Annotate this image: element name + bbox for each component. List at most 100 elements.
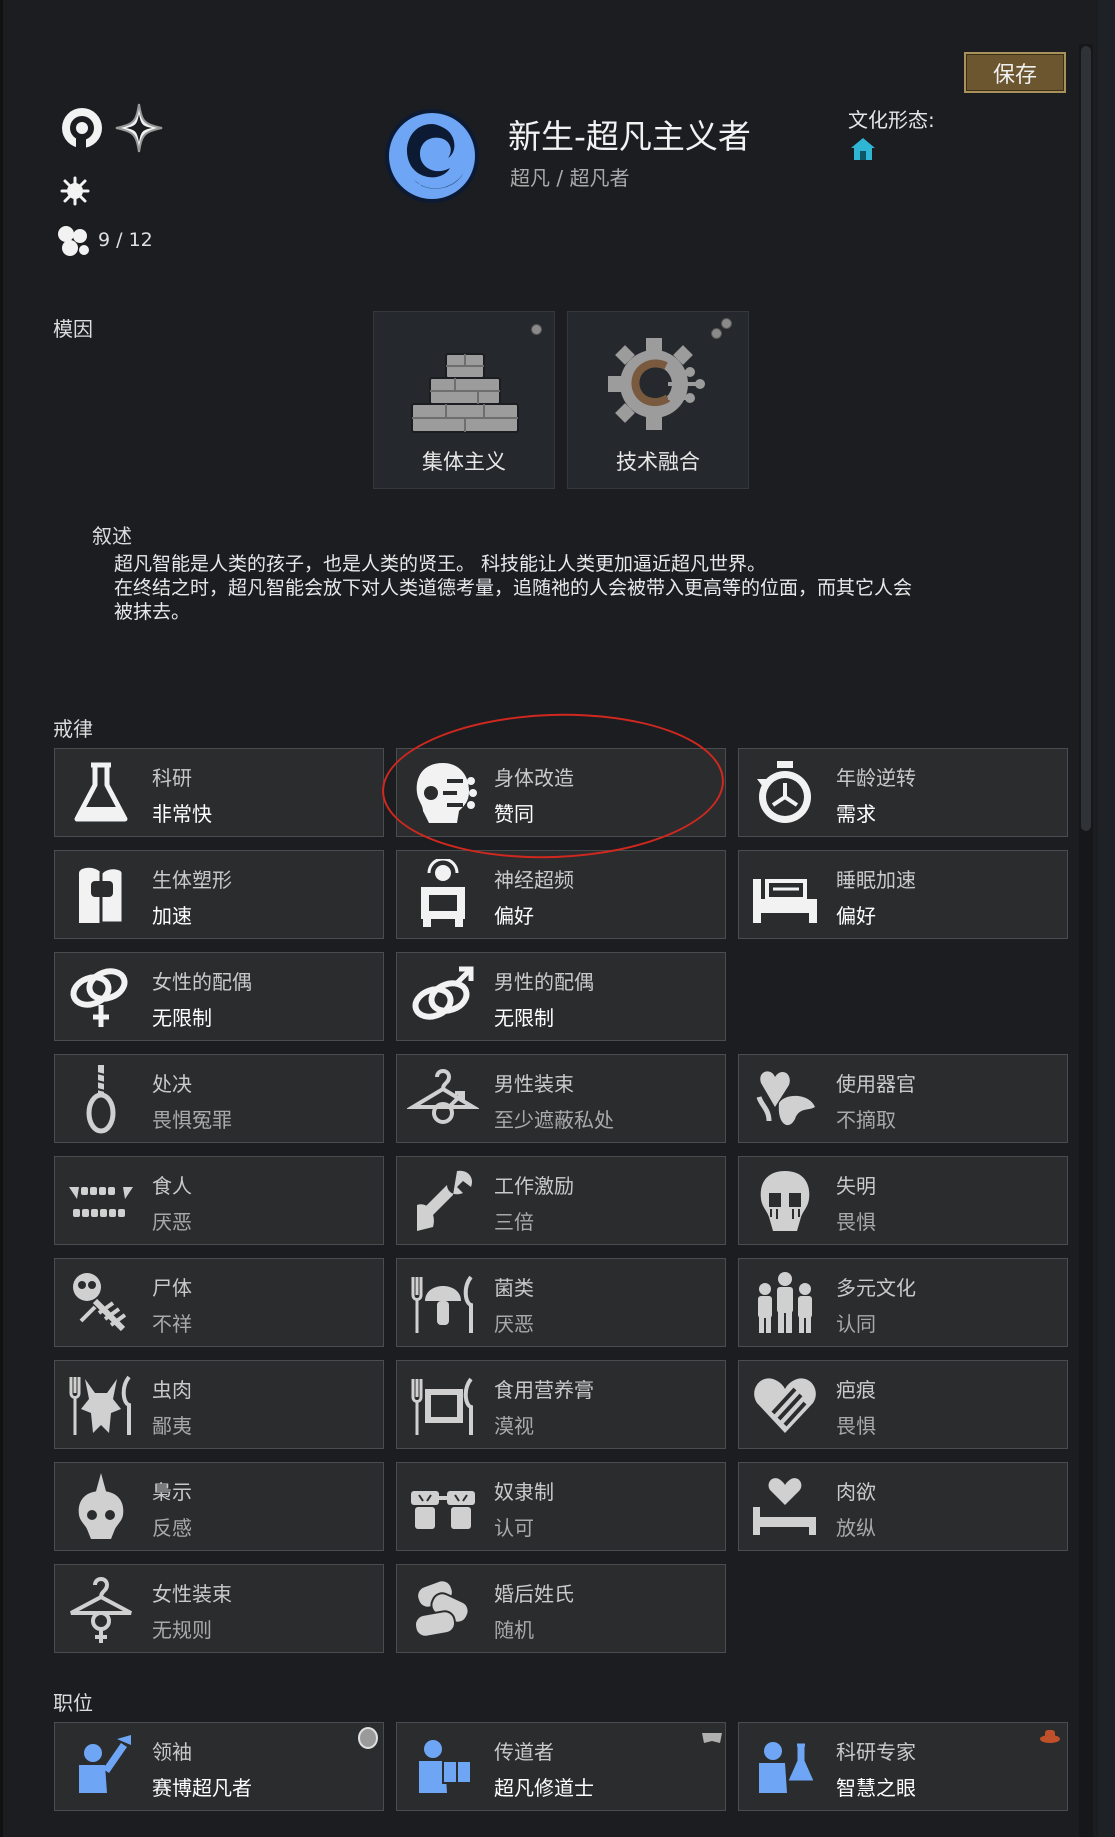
precept-value: 厌恶: [494, 1312, 534, 1336]
meme-label: 集体主义: [422, 450, 506, 474]
bed-pod-icon: [79, 866, 125, 925]
role-tile-leader[interactable]: 领袖 赛博超凡者: [54, 1722, 384, 1811]
precept-tile-male-attire[interactable]: 男性装束 至少遮蔽私处: [396, 1054, 726, 1143]
wrench-hand-icon: [417, 1170, 473, 1231]
precept-tile-corpses[interactable]: 尸体 不祥: [54, 1258, 384, 1347]
precept-tile-blindness[interactable]: 失明 畏惧: [738, 1156, 1068, 1245]
precept-value: 随机: [494, 1618, 534, 1642]
people-group-icon: [758, 1272, 812, 1333]
researcher-icon: [759, 1742, 814, 1793]
scrollbar-thumb[interactable]: [1081, 46, 1091, 831]
precept-name: 奴隶制: [494, 1480, 554, 1504]
precept-value: 不摘取: [836, 1108, 896, 1132]
precept-tile-execution[interactable]: 处决 畏惧冤罪: [54, 1054, 384, 1143]
role-name: 领袖: [152, 1740, 192, 1764]
precept-tile-scarification[interactable]: 疤痕 畏惧: [738, 1360, 1068, 1449]
precept-name: 年龄逆转: [836, 766, 916, 790]
precept-name: 女性装束: [152, 1582, 232, 1606]
scarred-heart-icon: [754, 1378, 816, 1433]
precept-name: 肉欲: [836, 1480, 876, 1504]
precept-tile-nutrient-paste[interactable]: 食用营养膏 漠视: [396, 1360, 726, 1449]
leader-icon: [79, 1735, 131, 1793]
neural-machine-icon: [421, 859, 465, 927]
precept-tile-neural[interactable]: 神经超频 偏好: [396, 850, 726, 939]
insect-cutlery-icon: [69, 1375, 131, 1435]
teeth-icon: [69, 1187, 133, 1217]
precept-tile-lovin[interactable]: 肉欲 放纵: [738, 1462, 1068, 1551]
window-right-edge: [1098, 0, 1115, 1837]
mushroom-cutlery-icon: [411, 1275, 473, 1333]
scrolls-icon: [413, 1579, 470, 1638]
precept-tile-work-incentive[interactable]: 工作激励 三倍: [396, 1156, 726, 1245]
precept-tile-male-spouse[interactable]: 男性的配偶 无限制: [396, 952, 726, 1041]
precept-name: 工作激励: [494, 1174, 574, 1198]
narrative-text[interactable]: 超凡智能是人类的孩子，也是人类的贤王。 科技能让人类更加逼近超凡世界。 在终结之…: [114, 552, 1014, 624]
memes-label: 模因: [53, 317, 93, 341]
meme-card-transhumanist[interactable]: 技术融合: [567, 311, 749, 489]
precepts-label: 戒律: [53, 717, 93, 741]
precept-tile-cannibalism[interactable]: 食人 厌恶: [54, 1156, 384, 1245]
brick-pyramid-icon: [411, 353, 519, 433]
role-tile-researcher[interactable]: 科研专家 智慧之眼: [738, 1722, 1068, 1811]
precept-name: 尸体: [152, 1276, 192, 1300]
precept-value: 放纵: [836, 1516, 876, 1540]
precept-tile-organ-use[interactable]: 使用器官 不摘取: [738, 1054, 1068, 1143]
window-left-edge: [0, 0, 3, 1837]
precept-name: 食人: [152, 1174, 192, 1198]
precept-value: 加速: [152, 904, 192, 928]
virus-icon[interactable]: [60, 176, 90, 206]
precept-value: 偏好: [494, 904, 534, 928]
precept-name: 女性的配偶: [152, 970, 252, 994]
precept-name: 科研: [152, 766, 192, 790]
precept-tile-surname[interactable]: 婚后姓氏 随机: [396, 1564, 726, 1653]
role-title: 赛博超凡者: [152, 1776, 252, 1800]
precept-value: 不祥: [152, 1312, 192, 1336]
precept-tile-female-spouse[interactable]: 女性的配偶 无限制: [54, 952, 384, 1041]
roles-label: 职位: [53, 1691, 93, 1715]
precept-tile-slavery[interactable]: 奴隶制 认可: [396, 1462, 726, 1551]
precept-value: 认同: [836, 1312, 876, 1336]
house-icon[interactable]: [850, 137, 876, 161]
precept-name: 婚后姓氏: [494, 1582, 574, 1606]
precept-name: 梟示: [152, 1480, 192, 1504]
sparkle-style-icon[interactable]: [114, 102, 164, 154]
meme-card-collectivism[interactable]: 集体主义: [373, 311, 555, 489]
precept-tile-research[interactable]: 科研 非常快: [54, 748, 384, 837]
precept-name: 多元文化: [836, 1276, 916, 1300]
precept-name: 男性的配偶: [494, 970, 594, 994]
precept-tile-skull-spike[interactable]: 梟示 反感: [54, 1462, 384, 1551]
spiked-skull-icon: [78, 1473, 124, 1539]
ideology-subtitle: 超凡 / 超凡者: [510, 166, 630, 190]
narrative-line: 在终结之时，超凡智能会放下对人类道德考量，追随祂的人会被带入更高等的位面，而其它…: [114, 577, 913, 599]
role-name: 传道者: [494, 1740, 554, 1764]
nutrient-paste-icon: [411, 1377, 473, 1435]
precept-name: 疤痕: [836, 1378, 876, 1402]
noose-icon: [86, 1065, 116, 1134]
precept-value: 偏好: [836, 904, 876, 928]
precept-tile-biosculpting[interactable]: 生体塑形 加速: [54, 850, 384, 939]
precept-tile-age-reversal[interactable]: 年龄逆转 需求: [738, 748, 1068, 837]
ideology-title[interactable]: 新生-超凡主义者: [508, 110, 751, 158]
precept-tile-sleep[interactable]: 睡眠加速 偏好: [738, 850, 1068, 939]
save-button[interactable]: 保存: [964, 52, 1066, 93]
precept-tile-female-attire[interactable]: 女性装束 无规则: [54, 1564, 384, 1653]
male-rings-icon: [412, 966, 474, 1020]
meme-label: 技术融合: [616, 450, 700, 474]
precept-value: 需求: [836, 802, 876, 826]
precept-name: 失明: [836, 1174, 876, 1198]
target-style-icon[interactable]: [58, 104, 106, 152]
gear-circuit-icon: [608, 338, 705, 430]
meme-indicator-dot: [721, 318, 732, 329]
precept-value: 至少遮蔽私处: [494, 1108, 614, 1132]
role-name: 科研专家: [836, 1740, 916, 1764]
precept-tile-insect-meat[interactable]: 虫肉 鄙夷: [54, 1360, 384, 1449]
precept-tile-fungus[interactable]: 菌类 厌恶: [396, 1258, 726, 1347]
hanger-male-icon: [407, 1069, 479, 1124]
female-rings-icon: [70, 968, 128, 1027]
precept-value: 无限制: [152, 1006, 212, 1030]
precept-name: 生体塑形: [152, 868, 232, 892]
role-tile-preacher[interactable]: 传道者 超凡修道士: [396, 1722, 726, 1811]
precept-tile-diversity[interactable]: 多元文化 认同: [738, 1258, 1068, 1347]
culture-label: 文化形态:: [848, 108, 935, 132]
ideology-symbol-icon[interactable]: [384, 108, 480, 204]
